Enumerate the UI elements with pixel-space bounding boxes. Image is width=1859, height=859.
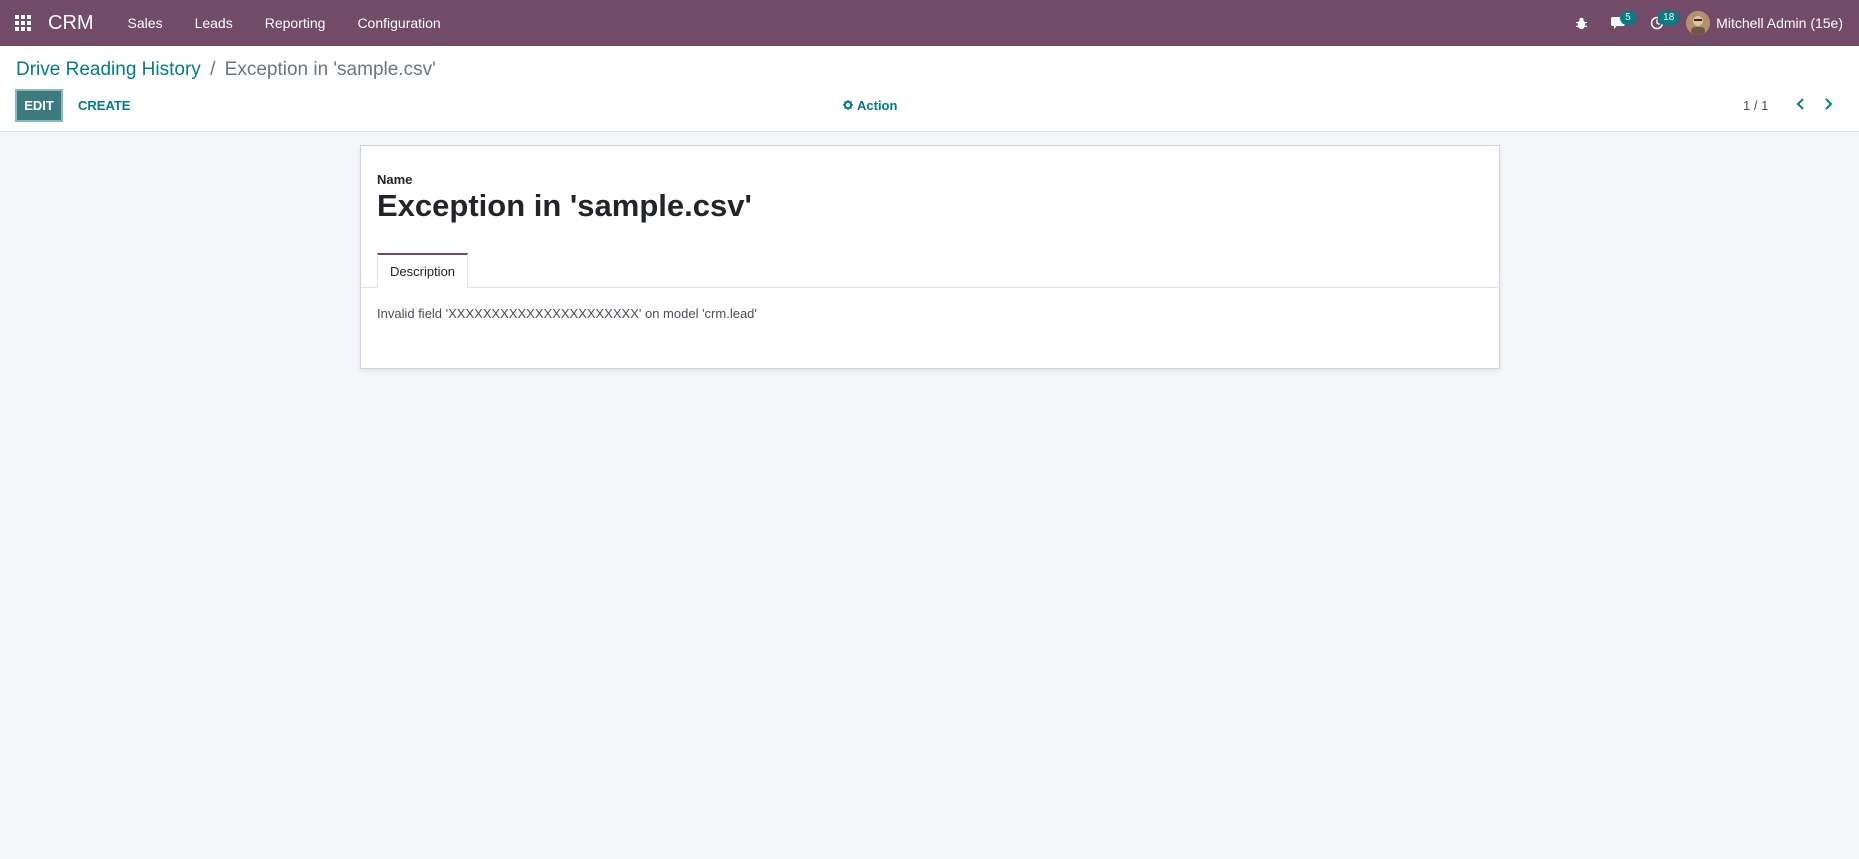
breadcrumb-parent[interactable]: Drive Reading History <box>16 59 201 80</box>
avatar <box>1686 11 1711 35</box>
apps-grid-icon[interactable] <box>0 0 46 46</box>
menu-configuration[interactable]: Configuration <box>341 0 456 46</box>
user-name: Mitchell Admin (15e) <box>1716 15 1843 31</box>
breadcrumb: Drive Reading History / Exception in 'sa… <box>16 59 436 81</box>
bug-icon[interactable] <box>1562 0 1600 46</box>
messages-badge: 5 <box>1620 11 1636 25</box>
systray: 5 18 Mitchell Admin (15e) <box>1562 0 1859 46</box>
app-name[interactable]: CRM <box>48 12 94 35</box>
action-dropdown[interactable]: Action <box>843 89 897 122</box>
form-sheet: Name Exception in 'sample.csv' Descripti… <box>360 145 1500 369</box>
chat-icon[interactable]: 5 <box>1600 0 1638 46</box>
pager-previous-button[interactable] <box>1786 89 1814 122</box>
activity-clock-icon[interactable]: 18 <box>1638 0 1680 46</box>
pager-next-button[interactable] <box>1814 89 1842 122</box>
create-button[interactable]: CREATE <box>72 89 136 122</box>
record-title: Exception in 'sample.csv' <box>377 188 752 223</box>
tabs-divider <box>361 287 1499 288</box>
top-navbar: CRM Sales Leads Reporting Configuration … <box>0 0 1859 46</box>
gear-icon <box>843 98 857 113</box>
menu-sales[interactable]: Sales <box>112 0 179 46</box>
activities-badge: 18 <box>1658 11 1680 25</box>
name-label: Name <box>377 172 413 187</box>
control-panel: Drive Reading History / Exception in 'sa… <box>0 46 1859 132</box>
breadcrumb-current: Exception in 'sample.csv' <box>224 59 436 80</box>
action-label: Action <box>857 98 898 113</box>
chevron-left-icon <box>1796 97 1805 115</box>
menu-reporting[interactable]: Reporting <box>249 0 342 46</box>
user-menu[interactable]: Mitchell Admin (15e) <box>1676 0 1859 46</box>
description-text: Invalid field 'XXXXXXXXXXXXXXXXXXXXXX' o… <box>377 306 757 321</box>
pager: 1 / 1 <box>1743 89 1768 122</box>
edit-button[interactable]: EDIT <box>15 89 63 122</box>
chevron-right-icon <box>1824 97 1833 115</box>
menu-leads[interactable]: Leads <box>179 0 249 46</box>
breadcrumb-separator: / <box>210 59 216 80</box>
pager-value[interactable]: 1 / 1 <box>1743 98 1768 113</box>
tab-description[interactable]: Description <box>377 253 469 288</box>
